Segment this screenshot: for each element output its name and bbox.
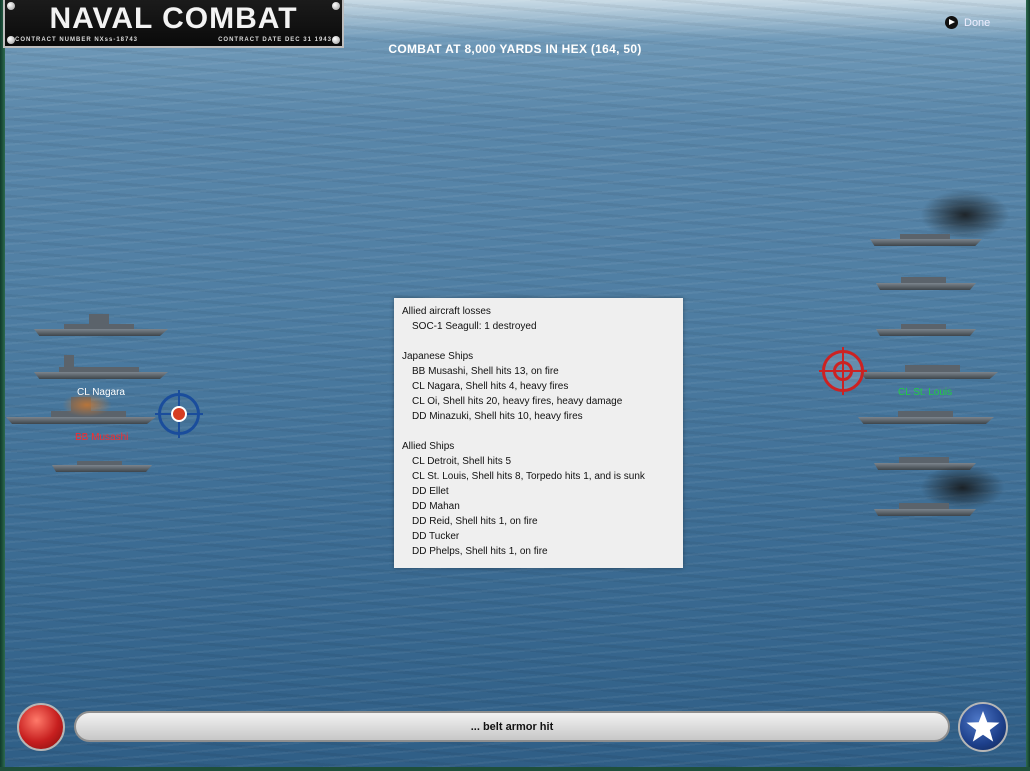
allied-ship-st-louis[interactable] [860,355,998,379]
done-button[interactable]: Done [945,16,990,29]
report-line: CL St. Louis, Shell hits 8, Torpedo hits… [412,471,645,482]
message-bar: ... belt armor hit [74,711,950,742]
japanese-target-reticle-icon [155,390,203,438]
report-line: DD Tucker [412,531,460,542]
report-line: Allied aircraft losses [402,306,491,317]
report-spacer [402,424,675,439]
done-label: Done [964,16,991,29]
left-round-button[interactable] [17,703,65,751]
report-line: DD Reid, Shell hits 1, on fire [412,516,538,527]
report-line: DD Mahan [412,501,460,512]
us-star-button[interactable] [958,702,1008,752]
report-spacer [402,334,675,349]
combat-header: COMBAT AT 8,000 YARDS IN HEX (164, 50) [388,42,642,56]
report-line: DD Phelps, Shell hits 1, on fire [412,546,548,557]
allied-ship[interactable] [858,402,994,424]
allied-ship[interactable] [876,270,976,290]
japanese-ship[interactable] [34,314,168,336]
allied-ship[interactable] [874,496,976,516]
right-frame [1026,0,1030,771]
combat-message: ... belt armor hit [470,720,554,733]
report-line: Japanese Ships [402,351,474,362]
report-line: CL Nagara, Shell hits 4, heavy fires [412,381,569,392]
report-line: BB Musashi, Shell hits 13, on fire [412,366,559,377]
report-line: Allied Ships [402,441,455,452]
allied-ship[interactable] [876,318,976,336]
ship-label-musashi: BB Musashi [75,432,129,443]
report-line: DD Ellet [412,486,449,497]
logo-title: NAVAL COMBAT [49,2,298,35]
report-line: CL Detroit, Shell hits 5 [412,456,512,467]
allied-target-reticle-icon [819,347,867,395]
report-line: DD Minazuki, Shell hits 10, heavy fires [412,411,583,422]
japanese-ship[interactable] [52,456,152,472]
japanese-ship[interactable] [34,355,168,379]
combat-report-panel: Allied aircraft losses SOC-1 Seagull: 1 d… [394,298,683,568]
play-circle-icon [945,16,958,29]
ship-label-st-louis: CL St. Louis [898,387,953,398]
bottom-frame [0,767,1030,771]
left-frame [0,0,5,771]
report-line: CL Oi, Shell hits 20, heavy fires, heavy… [412,396,623,407]
allied-ship[interactable] [870,228,982,246]
report-line: SOC-1 Seagull: 1 destroyed [412,321,537,332]
naval-combat-logo: NAVAL COMBAT CONTRACT NUMBER NXss-18743 … [3,0,344,48]
fire-effect [62,393,112,417]
us-star-icon [966,711,1000,742]
